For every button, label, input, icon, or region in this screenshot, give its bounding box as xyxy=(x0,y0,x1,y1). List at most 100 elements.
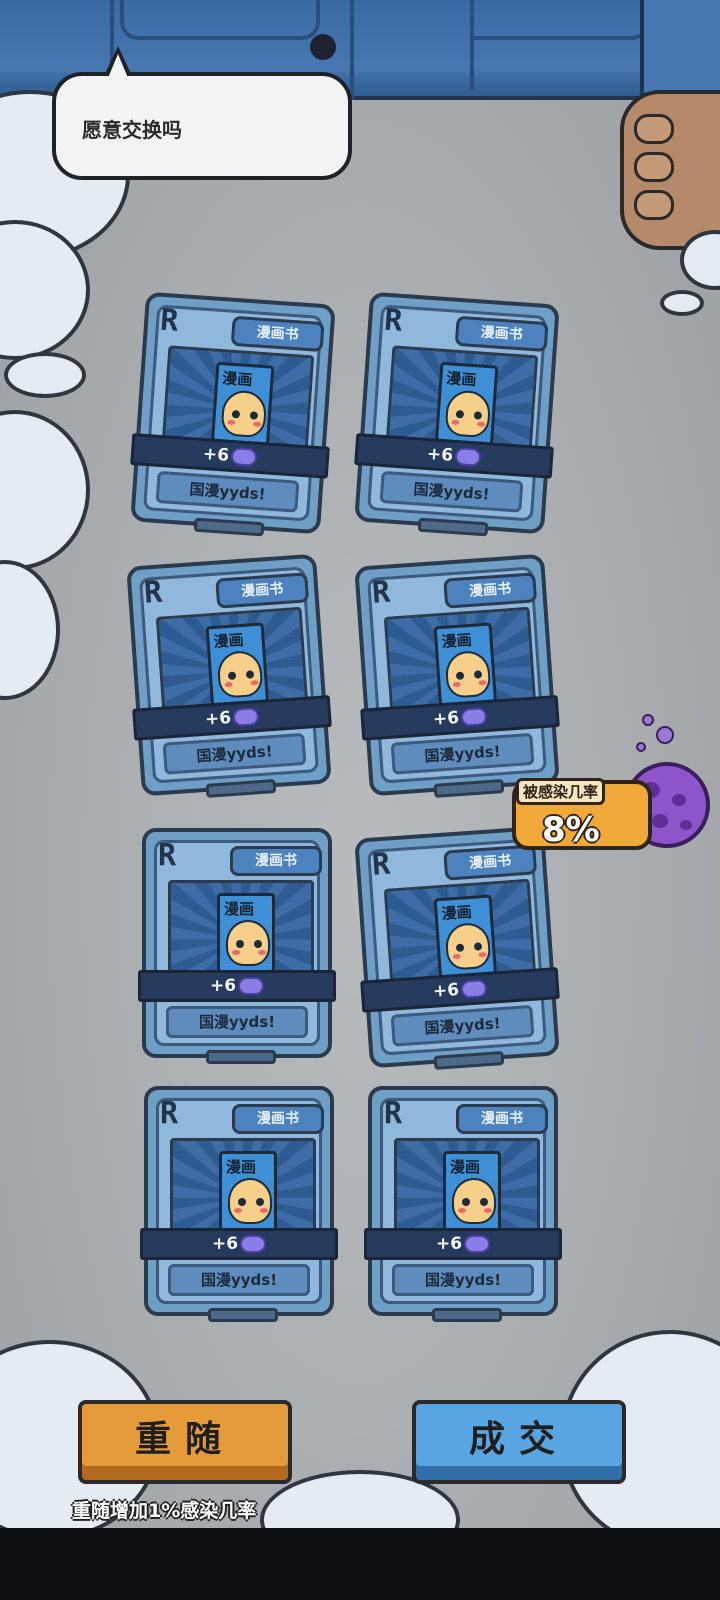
item-card[interactable]: R 漫画书 漫画 +6 国漫yyds! xyxy=(354,291,560,537)
card-rarity: R xyxy=(370,574,392,611)
character-face xyxy=(452,1178,496,1224)
comic-book-icon: 漫画 xyxy=(205,622,270,707)
card-type-tag: 漫画书 xyxy=(456,1104,548,1134)
card-bonus-band: +6 xyxy=(138,970,336,1002)
card-stand xyxy=(433,1051,505,1070)
virus-bubble xyxy=(636,742,646,752)
book-title: 漫画 xyxy=(445,369,477,390)
jacket-button xyxy=(310,34,336,60)
card-stand xyxy=(206,1050,276,1064)
card-art: 漫画 xyxy=(394,1138,540,1238)
speech-bubble-tail xyxy=(108,54,128,78)
card-stand xyxy=(205,779,277,798)
character-face xyxy=(444,649,492,699)
infection-value: 8% xyxy=(542,810,600,850)
smoke-cloud xyxy=(0,560,60,700)
card-bonus: +6 xyxy=(211,1234,239,1254)
smoke-cloud xyxy=(660,290,704,316)
card-rarity: R xyxy=(159,302,180,339)
infection-label: 被感染几率 xyxy=(516,778,606,805)
item-card[interactable]: R 漫画书 漫画 +6 国漫yyds! xyxy=(126,553,332,798)
book-title: 漫画 xyxy=(441,902,473,923)
speech-text: 愿意交换吗 xyxy=(82,118,182,142)
card-rarity: R xyxy=(384,1096,403,1131)
book-title: 漫画 xyxy=(224,900,255,918)
card-bonus: +6 xyxy=(435,1234,463,1254)
book-title: 漫画 xyxy=(441,630,473,651)
character-face xyxy=(444,389,492,439)
card-caption: 国漫yyds! xyxy=(166,1006,308,1038)
card-type-tag: 漫画书 xyxy=(232,1104,324,1134)
card-rarity: R xyxy=(370,846,392,883)
jacket-pocket xyxy=(470,0,650,40)
card-rarity: R xyxy=(158,838,177,873)
card-caption: 国漫yyds! xyxy=(392,1264,534,1296)
brain-icon xyxy=(230,446,258,467)
item-card[interactable]: R 漫画书 漫画 +6 国漫yyds! xyxy=(354,825,560,1070)
brain-icon xyxy=(454,446,482,467)
card-type-tag: 漫画书 xyxy=(230,315,325,353)
card-type-tag: 漫画书 xyxy=(443,572,538,609)
knuckle xyxy=(634,190,674,220)
card-type-tag: 漫画书 xyxy=(454,315,549,353)
infection-meter: 8% 被感染几率 xyxy=(512,714,720,862)
card-stand xyxy=(193,517,265,537)
system-nav-bar xyxy=(0,1528,720,1600)
card-caption: 国漫yyds! xyxy=(168,1264,310,1296)
item-card[interactable]: R 漫画书漫画 +6 国漫yyds! xyxy=(138,828,336,1064)
card-bonus: +6 xyxy=(204,707,232,730)
card-bonus: +6 xyxy=(209,976,237,996)
smoke-cloud xyxy=(4,352,86,398)
card-bonus-band: +6 xyxy=(364,1228,562,1260)
book-title: 漫画 xyxy=(221,369,253,390)
knuckle xyxy=(634,114,674,144)
card-rarity: R xyxy=(383,302,404,339)
smoke-cloud xyxy=(0,410,90,570)
reroll-button[interactable]: 重随 xyxy=(78,1400,292,1484)
character-face xyxy=(216,649,264,699)
character-face xyxy=(444,921,492,971)
item-card[interactable]: R 漫画书漫画 +6 国漫yyds! xyxy=(140,1086,338,1322)
comic-book-icon: 漫画 xyxy=(217,893,275,973)
card-type-tag: 漫画书 xyxy=(230,846,322,876)
knuckle xyxy=(634,152,674,182)
comic-book-icon: 漫画 xyxy=(219,1151,277,1231)
card-stand xyxy=(432,1308,502,1322)
card-type-tag: 漫画书 xyxy=(215,572,310,609)
item-card[interactable]: R 漫画书漫画 +6 国漫yyds! xyxy=(364,1086,562,1322)
card-bonus: +6 xyxy=(202,444,230,466)
character-face xyxy=(226,920,270,966)
character-face xyxy=(228,1178,272,1224)
deal-button[interactable]: 成交 xyxy=(412,1400,626,1484)
brain-icon xyxy=(238,977,265,995)
card-bonus: +6 xyxy=(426,444,454,466)
card-bonus: +6 xyxy=(432,707,460,730)
brain-icon xyxy=(464,1235,491,1253)
character-face xyxy=(220,389,268,439)
virus-bubble xyxy=(656,726,674,744)
reroll-note: 重随增加1%感染几率 xyxy=(72,1500,257,1522)
book-title: 漫画 xyxy=(226,1158,257,1176)
book-title: 漫画 xyxy=(213,630,245,651)
card-rarity: R xyxy=(160,1096,179,1131)
card-bonus: +6 xyxy=(432,979,460,1002)
brain-icon xyxy=(460,707,488,727)
item-card[interactable]: R 漫画书 漫画 +6 国漫yyds! xyxy=(130,291,336,537)
speech-bubble: 愿意交换吗 xyxy=(52,72,352,180)
book-title: 漫画 xyxy=(450,1158,481,1176)
comic-book-icon: 漫画 xyxy=(210,361,275,446)
comic-book-icon: 漫画 xyxy=(434,361,499,446)
brain-icon xyxy=(460,979,488,999)
card-rarity: R xyxy=(142,574,164,611)
comic-book-icon: 漫画 xyxy=(433,894,498,979)
jacket-seam xyxy=(350,0,354,100)
jacket-pocket xyxy=(120,0,320,40)
trader-fist xyxy=(620,90,720,250)
card-art: 漫画 xyxy=(168,880,314,980)
comic-book-icon: 漫画 xyxy=(433,622,498,707)
brain-icon xyxy=(240,1235,267,1253)
card-stand xyxy=(208,1308,278,1322)
comic-book-icon: 漫画 xyxy=(443,1151,501,1231)
card-art: 漫画 xyxy=(170,1138,316,1238)
card-stand xyxy=(433,779,505,798)
